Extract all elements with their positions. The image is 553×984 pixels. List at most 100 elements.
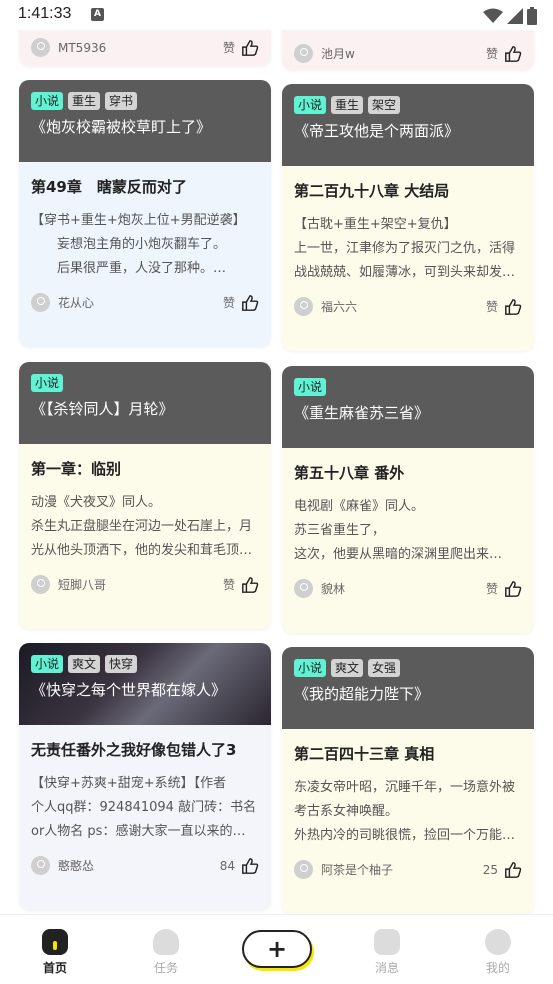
excerpt-line: 动漫《犬夜叉》同人。 — [31, 495, 162, 510]
avatar — [31, 293, 50, 312]
book-card[interactable]: 小说 重生 穿书 《炮灰校霸被校草盯上了》 第49章 瞎蒙反而对了 【穿书+重生… — [19, 80, 271, 347]
excerpt-line: 电视剧《麻雀》同人。 — [294, 499, 425, 514]
chapter-title: 第49章 瞎蒙反而对了 — [31, 178, 187, 196]
like-button[interactable]: 赞 — [223, 576, 259, 594]
like-count: 25 — [482, 862, 498, 877]
tag: 快穿 — [105, 655, 138, 673]
author: 福六六 — [294, 297, 357, 316]
like-button[interactable]: 赞 — [486, 45, 522, 63]
author: 阿茶是个柚子 — [294, 860, 393, 879]
tab-label: 我的 — [485, 961, 510, 975]
like-button[interactable]: 赞 — [486, 580, 522, 598]
author-name: 池月w — [321, 47, 355, 61]
plus-icon: + — [266, 935, 288, 963]
book-card[interactable]: 小说 爽文 女强 《我的超能力陛下》 第二百四十三章 真相 东凌女帝叶昭，沉睡千… — [282, 647, 534, 914]
chapter-title: 第五十八章 番外 — [294, 464, 405, 482]
like-count: 84 — [219, 858, 235, 873]
author-name: MT5936 — [58, 40, 107, 55]
book-card[interactable]: 小说 《【杀铃同人】月轮》 第一章：临别 动漫《犬夜叉》同人。 杀生丸正盘腿坐在… — [19, 362, 271, 629]
book-title: 《快穿之每个世界都在嫁人》 — [31, 681, 227, 699]
book-card[interactable]: 小说 《重生麻雀苏三省》 第五十八章 番外 电视剧《麻雀》同人。 苏三省重生了，… — [282, 366, 534, 633]
book-title: 《帝王攻他是个两面派》 — [294, 122, 460, 140]
thumbs-up-icon — [242, 576, 259, 593]
book-card[interactable]: 小说 重生 架空 《帝王攻他是个两面派》 第二百九十八章 大结局 【古耽+重生+… — [282, 84, 534, 351]
excerpt-line: 外热内冷的司眺很慌，捡回一个万能… — [294, 828, 516, 843]
tag-list: 小说 爽文 快穿 — [31, 655, 259, 673]
avatar — [294, 860, 313, 879]
book-title: 《【杀铃同人】月轮》 — [31, 400, 174, 418]
tab-label: 首页 — [42, 961, 67, 975]
like-count: 赞 — [485, 300, 498, 314]
tab-home[interactable]: 首页 — [25, 929, 85, 976]
thumbs-up-icon — [505, 298, 522, 315]
excerpt-line: 光从他头顶洒下，他的发尖和茸毛顶… — [31, 543, 253, 558]
chapter-title: 第一章：临别 — [31, 460, 122, 478]
notification-icon: A — [91, 8, 104, 21]
author-name: 憨憨怂 — [58, 859, 95, 873]
like-count: 赞 — [222, 296, 235, 310]
tag: 小说 — [31, 374, 64, 392]
tag: 小说 — [31, 92, 64, 110]
excerpt: 动漫《犬夜叉》同人。 杀生丸正盘腿坐在河边一处石崖上，月 光从他头顶洒下，他的发… — [31, 491, 259, 563]
book-cover: 小说 爽文 女强 《我的超能力陛下》 — [282, 647, 534, 729]
tag: 穿书 — [105, 92, 138, 110]
tag: 女强 — [368, 659, 401, 677]
author-name: 福六六 — [321, 300, 358, 314]
tag: 小说 — [294, 378, 327, 396]
tag-list: 小说 重生 架空 — [294, 96, 522, 114]
tab-tasks[interactable]: 任务 — [136, 929, 196, 976]
tab-label: 任务 — [153, 961, 178, 975]
avatar — [31, 856, 50, 875]
thumbs-up-icon — [505, 861, 522, 878]
avatar — [31, 38, 50, 57]
tag-list: 小说 爽文 女强 — [294, 659, 522, 677]
thumbs-up-icon — [242, 294, 259, 311]
book-card[interactable]: MT5936 赞 — [19, 30, 271, 66]
tag-list: 小说 — [31, 374, 259, 392]
author-name: 阿茶是个柚子 — [321, 863, 394, 877]
like-button[interactable]: 84 — [220, 857, 259, 875]
excerpt-line: 这次，他要从黑暗的深渊里爬出来… — [294, 547, 503, 562]
book-cover: 小说 《重生麻雀苏三省》 — [282, 366, 534, 448]
create-button[interactable]: + — [242, 930, 312, 968]
book-cover: 小说 重生 穿书 《炮灰校霸被校草盯上了》 — [19, 80, 271, 162]
author-name: 貌林 — [321, 582, 346, 596]
excerpt-line: 东凌女帝叶昭，沉睡千年，一场意外被 — [294, 780, 516, 795]
like-count: 赞 — [222, 41, 235, 55]
excerpt-line: 杀生丸正盘腿坐在河边一处石崖上，月 — [31, 519, 253, 534]
like-button[interactable]: 赞 — [486, 298, 522, 316]
profile-icon — [485, 929, 511, 955]
book-feed[interactable]: MT5936 赞 池月w 赞 小说 重生 穿书 《炮灰校霸被校草盯上了》 第49… — [0, 30, 553, 914]
excerpt-line: 【穿书+重生+炮灰上位+男配逆袭】 — [31, 213, 246, 228]
book-title: 《炮灰校霸被校草盯上了》 — [31, 118, 212, 136]
like-button[interactable]: 25 — [483, 861, 522, 879]
tag-list: 小说 重生 穿书 — [31, 92, 259, 110]
tag: 架空 — [368, 96, 401, 114]
author: 池月w — [294, 44, 355, 63]
book-cover: 小说 重生 架空 《帝王攻他是个两面派》 — [282, 84, 534, 166]
author-name: 花从心 — [58, 296, 95, 310]
tab-messages[interactable]: 消息 — [357, 929, 417, 976]
like-button[interactable]: 赞 — [223, 39, 259, 57]
avatar — [294, 44, 313, 63]
excerpt-line: 战战兢兢、如履薄冰，可到头来却发… — [294, 265, 516, 280]
like-button[interactable]: 赞 — [223, 294, 259, 312]
tag: 重生 — [331, 96, 364, 114]
chapter-title: 无责任番外之我好像包错人了3 — [31, 741, 237, 759]
book-card[interactable]: 池月w 赞 — [282, 30, 534, 70]
tag: 小说 — [294, 96, 327, 114]
tab-label: 消息 — [374, 961, 399, 975]
book-card[interactable]: 小说 爽文 快穿 《快穿之每个世界都在嫁人》 无责任番外之我好像包错人了3 【快… — [19, 643, 271, 910]
author: 憨憨怂 — [31, 856, 94, 875]
tag: 爽文 — [68, 655, 101, 673]
status-bar: 1:41:33 A — [0, 0, 553, 30]
thumbs-up-icon — [242, 857, 259, 874]
tab-profile[interactable]: 我的 — [468, 929, 528, 976]
excerpt-line: 【快穿+苏爽+甜宠+系统】【作者 — [31, 776, 227, 791]
bottom-tab-bar: 首页 任务 + 消息 我的 — [0, 914, 553, 984]
excerpt: 【穿书+重生+炮灰上位+男配逆袭】 妄想泡主角的小炮灰翻车了。 后果很严重，人没… — [31, 209, 259, 281]
thumbs-up-icon — [505, 45, 522, 62]
excerpt-line: 后果很严重，人没了那种。… — [31, 261, 227, 276]
author: MT5936 — [31, 38, 106, 57]
excerpt: 【快穿+苏爽+甜宠+系统】【作者 个人qq群：924841094 敲门砖：书名 … — [31, 772, 259, 844]
